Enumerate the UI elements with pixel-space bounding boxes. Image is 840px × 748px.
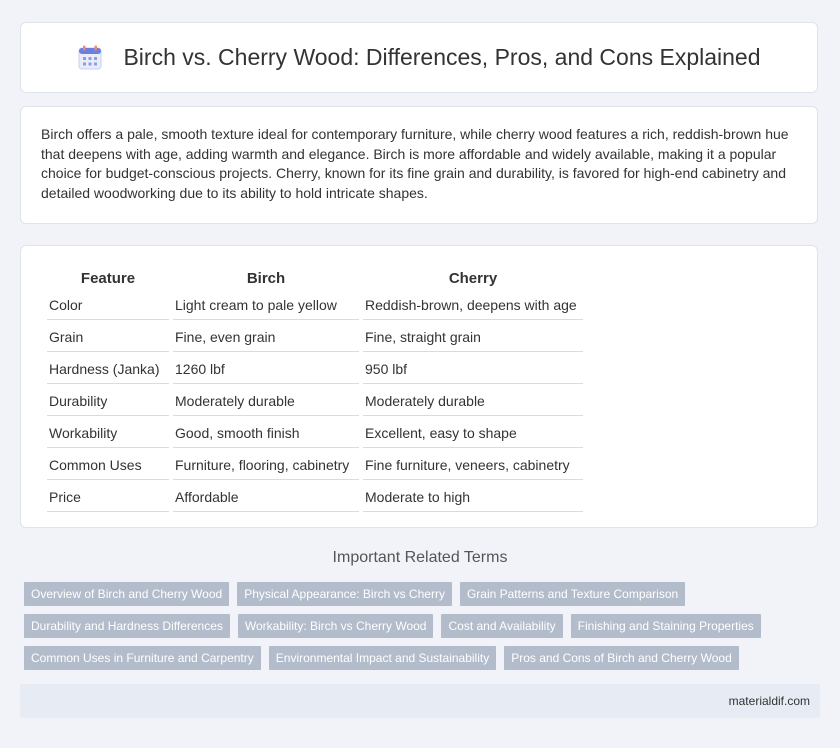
table-cell: Price [47,482,169,512]
intro-paragraph: Birch offers a pale, smooth texture idea… [41,126,789,201]
table-cell: Light cream to pale yellow [173,290,359,320]
table-row: Price Affordable Moderate to high [47,482,583,512]
table-cell: Common Uses [47,450,169,480]
tag-link[interactable]: Overview of Birch and Cherry Wood [24,582,230,606]
table-cell: Fine furniture, veneers, cabinetry [363,450,583,480]
table-row: Common Uses Furniture, flooring, cabinet… [47,450,583,480]
table-cell: Affordable [173,482,359,512]
tag-link[interactable]: Cost and Availability [441,614,563,638]
table-cell: Grain [47,322,169,352]
table-cell: Reddish-brown, deepens with age [363,290,583,320]
table-cell: Good, smooth finish [173,418,359,448]
column-header-birch: Birch [246,270,286,287]
page-header: Birch vs. Cherry Wood: Differences, Pros… [20,22,818,93]
column-header-feature: Feature [80,270,136,287]
calendar-icon [78,45,102,69]
table-cell: Moderately durable [173,386,359,416]
table-cell: Durability [47,386,169,416]
tag-link[interactable]: Durability and Hardness Differences [24,614,230,638]
table-cell: Moderately durable [363,386,583,416]
table-header-row: Feature Birch Cherry [47,266,583,288]
table-cell: Hardness (Janka) [47,354,169,384]
tag-link[interactable]: Pros and Cons of Birch and Cherry Wood [504,646,739,670]
related-terms-list: Overview of Birch and Cherry Wood Physic… [24,582,824,678]
tag-row: Common Uses in Furniture and Carpentry E… [24,646,824,670]
table-cell: 950 lbf [363,354,583,384]
column-header-cherry: Cherry [448,270,498,287]
tag-link[interactable]: Common Uses in Furniture and Carpentry [24,646,261,670]
tag-row: Overview of Birch and Cherry Wood Physic… [24,582,824,606]
tag-link[interactable]: Environmental Impact and Sustainability [268,646,497,670]
site-name[interactable]: materialdif.com [729,694,810,708]
related-terms-title: Important Related Terms [332,549,508,566]
table-cell: Workability [47,418,169,448]
tag-row: Durability and Hardness Differences Work… [24,614,824,638]
table-cell: Color [47,290,169,320]
footer: materialdif.com [20,684,820,718]
table-row: Grain Fine, even grain Fine, straight gr… [47,322,583,352]
table-row: Workability Good, smooth finish Excellen… [47,418,583,448]
table-row: Color Light cream to pale yellow Reddish… [47,290,583,320]
table-cell: Fine, even grain [173,322,359,352]
table-row: Durability Moderately durable Moderately… [47,386,583,416]
table-cell: 1260 lbf [173,354,359,384]
comparison-table: Feature Birch Cherry Color Light cream t… [43,264,587,514]
comparison-section: Feature Birch Cherry Color Light cream t… [20,245,818,528]
table-cell: Furniture, flooring, cabinetry [173,450,359,480]
tag-link[interactable]: Physical Appearance: Birch vs Cherry [237,582,452,606]
table-cell: Excellent, easy to shape [363,418,583,448]
table-row: Hardness (Janka) 1260 lbf 950 lbf [47,354,583,384]
page-title: Birch vs. Cherry Wood: Differences, Pros… [123,44,761,70]
intro-section: Birch offers a pale, smooth texture idea… [20,106,818,224]
tag-link[interactable]: Workability: Birch vs Cherry Wood [237,614,434,638]
table-cell: Fine, straight grain [363,322,583,352]
tag-link[interactable]: Grain Patterns and Texture Comparison [459,582,686,606]
table-cell: Moderate to high [363,482,583,512]
tag-link[interactable]: Finishing and Staining Properties [570,614,761,638]
